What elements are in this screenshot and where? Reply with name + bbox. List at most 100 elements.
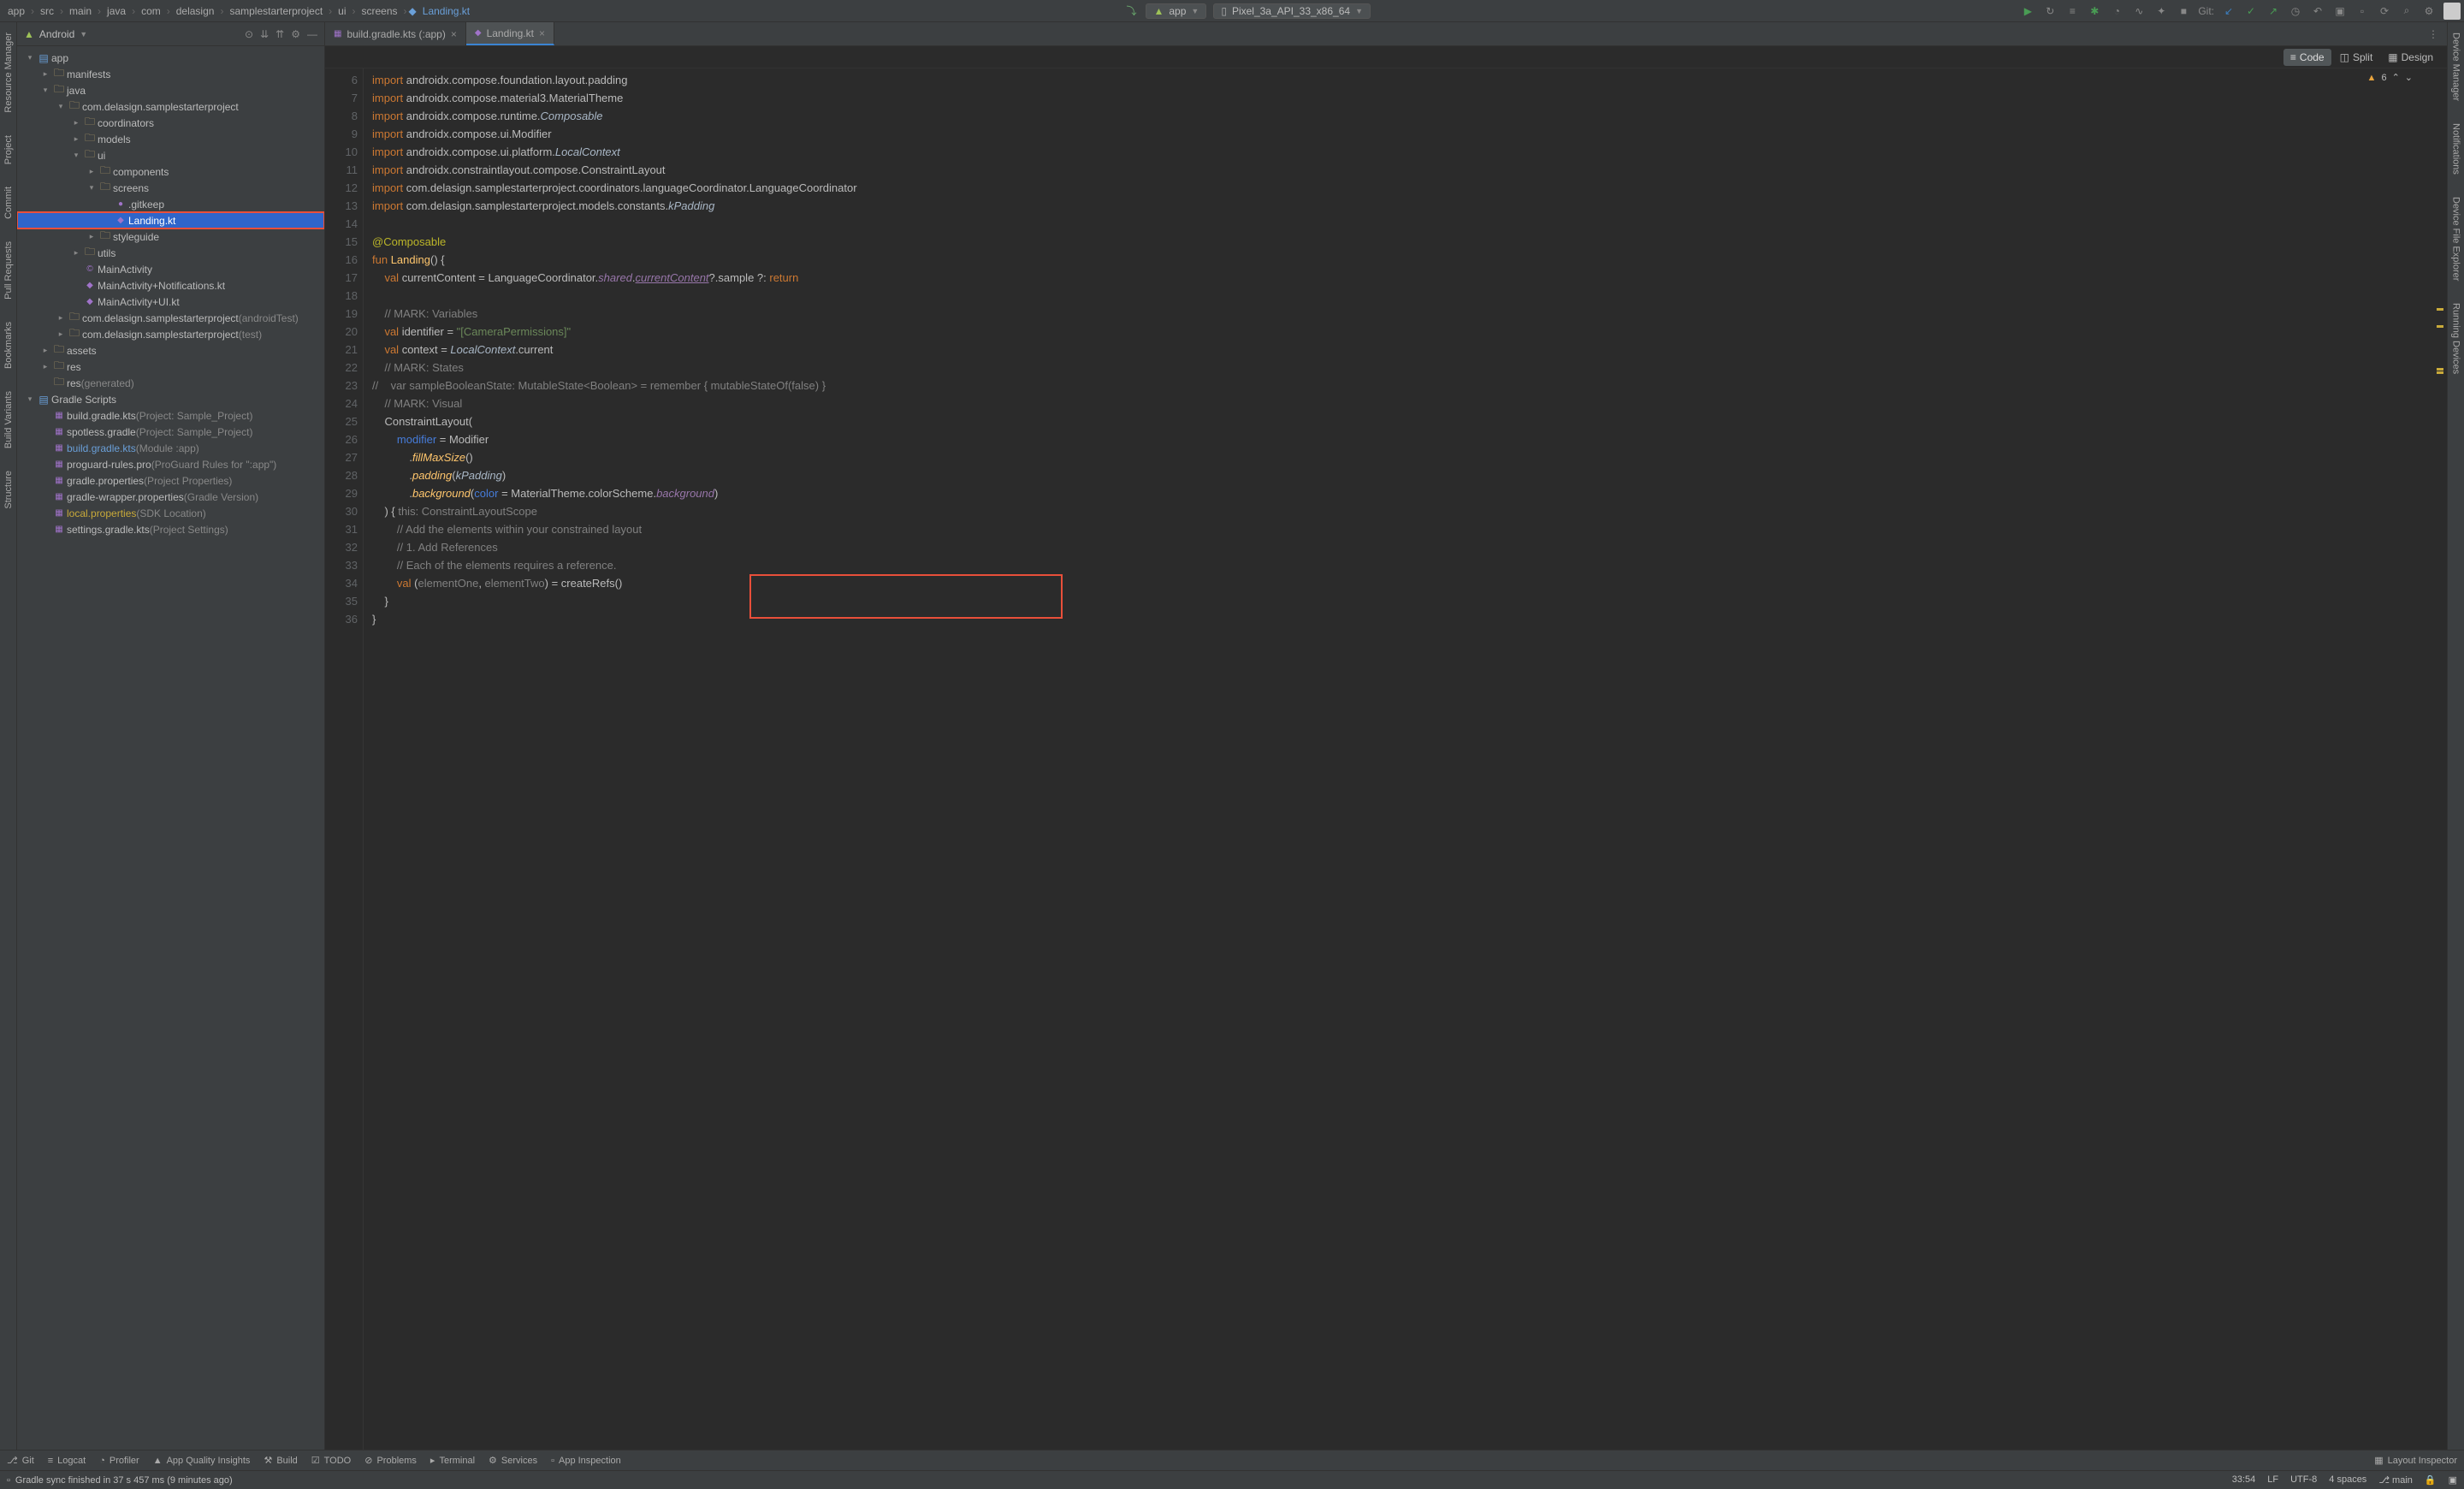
chevron-icon[interactable]: ▸ bbox=[39, 362, 51, 371]
breadcrumb-item[interactable]: com bbox=[137, 5, 165, 17]
chevron-icon[interactable]: ▾ bbox=[24, 394, 36, 404]
chevron-icon[interactable]: ▸ bbox=[39, 69, 51, 79]
stop-icon[interactable]: ■ bbox=[2176, 3, 2191, 19]
rerun-icon[interactable]: ↻ bbox=[2042, 3, 2058, 19]
bottom-tab[interactable]: ◔Profiler bbox=[99, 1456, 139, 1466]
search-icon[interactable]: ⌕ bbox=[2399, 3, 2414, 19]
editor-tab[interactable]: ◆Landing.kt× bbox=[466, 22, 554, 45]
pull-icon[interactable]: ↙ bbox=[2221, 3, 2236, 19]
tree-item[interactable]: ▸🗀coordinators bbox=[17, 115, 324, 131]
tree-item[interactable]: ▸🗀com.delasign.samplestarterproject (tes… bbox=[17, 326, 324, 342]
tree-item[interactable]: ▾🗀screens bbox=[17, 180, 324, 196]
bottom-tab[interactable]: ▫App Inspection bbox=[551, 1456, 621, 1466]
editor-tab[interactable]: ▦build.gradle.kts (:app)× bbox=[325, 22, 466, 45]
view-mode-design[interactable]: ▦Design bbox=[2381, 49, 2440, 66]
profiler-icon[interactable]: ◔ bbox=[2109, 3, 2124, 19]
breadcrumb-item[interactable]: delasign bbox=[172, 5, 219, 17]
chevron-icon[interactable]: ▸ bbox=[70, 134, 82, 144]
target-icon[interactable]: ⊙ bbox=[245, 28, 253, 40]
minimize-icon[interactable]: — bbox=[307, 28, 317, 40]
push-icon[interactable]: ↗ bbox=[2266, 3, 2281, 19]
code-editor[interactable]: ▲ 6 ⌃ ⌄ 67891011121314151617181920212223… bbox=[325, 68, 2447, 1450]
chevron-icon[interactable]: ▾ bbox=[70, 151, 82, 160]
sync-gradle-icon[interactable]: ⟳ bbox=[2377, 3, 2392, 19]
avatar[interactable] bbox=[2443, 3, 2461, 20]
breadcrumb-item[interactable]: java bbox=[103, 5, 130, 17]
sync-icon[interactable]: ⤵ bbox=[1123, 3, 1139, 19]
view-mode-split[interactable]: ◫Split bbox=[2333, 49, 2380, 66]
breadcrumb-item[interactable]: app bbox=[3, 5, 29, 17]
cursor-position[interactable]: 33:54 bbox=[2232, 1474, 2256, 1486]
settings-icon[interactable]: ⚙ bbox=[2421, 3, 2437, 19]
chevron-icon[interactable]: ▾ bbox=[55, 102, 67, 111]
lock-icon[interactable]: 🔒 bbox=[2425, 1474, 2437, 1486]
tab-overflow-icon[interactable]: ⋮ bbox=[2420, 22, 2447, 45]
rail-tab[interactable]: Structure bbox=[3, 467, 14, 513]
tree-item[interactable]: ▸🗀res bbox=[17, 359, 324, 375]
tree-item[interactable]: ◆MainActivity+Notifications.kt bbox=[17, 277, 324, 294]
rail-tab[interactable]: Device File Explorer bbox=[2451, 193, 2461, 284]
chevron-icon[interactable]: ▾ bbox=[39, 86, 51, 95]
breadcrumb-item[interactable]: src bbox=[36, 5, 58, 17]
code-content[interactable]: import androidx.compose.foundation.layou… bbox=[364, 68, 2447, 1450]
bottom-tab[interactable]: ≡Logcat bbox=[48, 1456, 86, 1466]
bottom-tab[interactable]: ▦Layout Inspector bbox=[2374, 1455, 2457, 1466]
rail-tab[interactable]: Running Devices bbox=[2451, 300, 2461, 377]
undo-icon[interactable]: ↶ bbox=[2310, 3, 2325, 19]
breadcrumb-item[interactable]: screens bbox=[358, 5, 402, 17]
rail-tab[interactable]: Commit bbox=[3, 183, 14, 222]
expand-icon[interactable]: ⇈ bbox=[275, 28, 284, 40]
breadcrumb-item[interactable]: samplestarterproject bbox=[225, 5, 327, 17]
chevron-icon[interactable]: ▾ bbox=[86, 183, 98, 193]
tree-item[interactable]: ▦spotless.gradle (Project: Sample_Projec… bbox=[17, 424, 324, 440]
project-tree[interactable]: ▾▤app▸🗀manifests▾🗀java▾🗀com.delasign.sam… bbox=[17, 46, 324, 1450]
overlay-icon[interactable]: ▣ bbox=[2449, 1474, 2457, 1486]
rail-tab[interactable]: Project bbox=[3, 132, 14, 168]
chevron-icon[interactable]: ▸ bbox=[86, 232, 98, 241]
tree-item[interactable]: ▾🗀java bbox=[17, 82, 324, 98]
sidebar-title[interactable]: Android bbox=[39, 28, 74, 40]
tree-item[interactable]: ▸🗀components bbox=[17, 163, 324, 180]
chevron-icon[interactable]: ▸ bbox=[55, 329, 67, 339]
attach-icon[interactable]: ✦ bbox=[2153, 3, 2169, 19]
breadcrumb-file[interactable]: Landing.kt bbox=[418, 5, 474, 17]
avd-icon[interactable]: ▣ bbox=[2332, 3, 2348, 19]
tree-item[interactable]: ▸🗀models bbox=[17, 131, 324, 147]
tree-item[interactable]: ●.gitkeep bbox=[17, 196, 324, 212]
flash-icon[interactable]: ≡ bbox=[2064, 3, 2080, 19]
chevron-icon[interactable]: ▸ bbox=[86, 167, 98, 176]
line-separator[interactable]: LF bbox=[2267, 1474, 2278, 1486]
rail-tab[interactable]: Resource Manager bbox=[3, 29, 14, 116]
tree-item[interactable]: ▸🗀com.delasign.samplestarterproject (and… bbox=[17, 310, 324, 326]
breadcrumb-item[interactable]: main bbox=[65, 5, 96, 17]
tree-item[interactable]: ▦build.gradle.kts (Project: Sample_Proje… bbox=[17, 407, 324, 424]
tree-item[interactable]: ▦gradle-wrapper.properties (Gradle Versi… bbox=[17, 489, 324, 505]
coverage-icon[interactable]: ∿ bbox=[2131, 3, 2147, 19]
bottom-tab[interactable]: ▸Terminal bbox=[430, 1455, 475, 1466]
tree-item[interactable]: ▾▤Gradle Scripts bbox=[17, 391, 324, 407]
tree-item[interactable]: ▸🗀manifests bbox=[17, 66, 324, 82]
rail-tab[interactable]: Pull Requests bbox=[3, 238, 14, 303]
bottom-tab[interactable]: ⊘Problems bbox=[364, 1455, 417, 1466]
tree-item[interactable]: ▦settings.gradle.kts (Project Settings) bbox=[17, 521, 324, 537]
chevron-icon[interactable]: ▸ bbox=[70, 248, 82, 258]
bottom-tab[interactable]: ▲App Quality Insights bbox=[153, 1456, 251, 1466]
close-icon[interactable]: × bbox=[539, 27, 545, 39]
tree-item[interactable]: ▸🗀utils bbox=[17, 245, 324, 261]
run-config-selector[interactable]: ▲ app ▼ bbox=[1146, 3, 1206, 19]
close-icon[interactable]: × bbox=[451, 28, 457, 40]
encoding[interactable]: UTF-8 bbox=[2290, 1474, 2317, 1486]
chevron-icon[interactable]: ▸ bbox=[39, 346, 51, 355]
tree-item[interactable]: ▦gradle.properties (Project Properties) bbox=[17, 472, 324, 489]
chevron-icon[interactable]: ▸ bbox=[55, 313, 67, 323]
tree-item[interactable]: ◆Landing.kt bbox=[17, 212, 324, 228]
tree-item[interactable]: ▦build.gradle.kts (Module :app) bbox=[17, 440, 324, 456]
rail-tab[interactable]: Device Manager bbox=[2451, 29, 2461, 104]
tree-item[interactable]: 🗀res (generated) bbox=[17, 375, 324, 391]
tree-item[interactable]: ▾▤app bbox=[17, 50, 324, 66]
sdk-icon[interactable]: ▫ bbox=[2354, 3, 2370, 19]
indent[interactable]: 4 spaces bbox=[2329, 1474, 2366, 1486]
commit-icon[interactable]: ✓ bbox=[2243, 3, 2259, 19]
history-icon[interactable]: ◷ bbox=[2288, 3, 2303, 19]
view-mode-code[interactable]: ≡Code bbox=[2283, 49, 2331, 66]
